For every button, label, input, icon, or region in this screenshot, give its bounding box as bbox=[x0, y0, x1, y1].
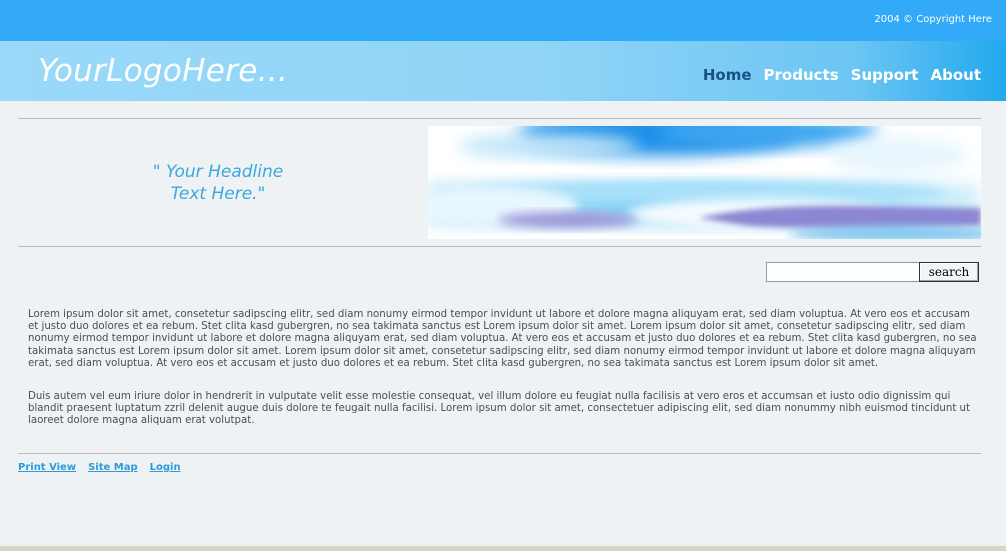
site-header: YourLogoHere... Home Products Support Ab… bbox=[0, 41, 1006, 101]
main-nav: Home Products Support About bbox=[703, 66, 981, 84]
headline: " Your Headline Text Here." bbox=[18, 161, 418, 205]
window-bottom-edge bbox=[0, 546, 1006, 551]
hero-banner-image bbox=[428, 126, 981, 239]
content-paragraph-2: Duis autem vel eum iriure dolor in hendr… bbox=[28, 391, 971, 427]
search-button[interactable]: search bbox=[919, 262, 979, 282]
login-link[interactable]: Login bbox=[150, 462, 181, 473]
nav-about-link[interactable]: About bbox=[930, 66, 981, 84]
content-paragraph-1: Lorem ipsum dolor sit amet, consetetur s… bbox=[28, 309, 977, 369]
footer-links: Print View Site Map Login bbox=[18, 462, 181, 473]
site-logo[interactable]: YourLogoHere... bbox=[38, 53, 288, 89]
middle-divider bbox=[18, 246, 981, 247]
search-input[interactable] bbox=[766, 262, 920, 282]
footer-divider bbox=[18, 453, 981, 454]
abstract-banner-graphic bbox=[428, 126, 981, 239]
nav-support-link[interactable]: Support bbox=[851, 66, 919, 84]
nav-home-link[interactable]: Home bbox=[703, 66, 752, 84]
headline-line-2: Text Here." bbox=[170, 184, 266, 204]
site-map-link[interactable]: Site Map bbox=[88, 462, 138, 473]
top-divider bbox=[18, 118, 981, 119]
copyright-text: 2004 © Copyright Here bbox=[874, 14, 992, 25]
nav-products-link[interactable]: Products bbox=[764, 66, 839, 84]
headline-line-1: " Your Headline bbox=[152, 162, 284, 182]
top-bar: 2004 © Copyright Here bbox=[0, 0, 1006, 41]
print-view-link[interactable]: Print View bbox=[18, 462, 76, 473]
